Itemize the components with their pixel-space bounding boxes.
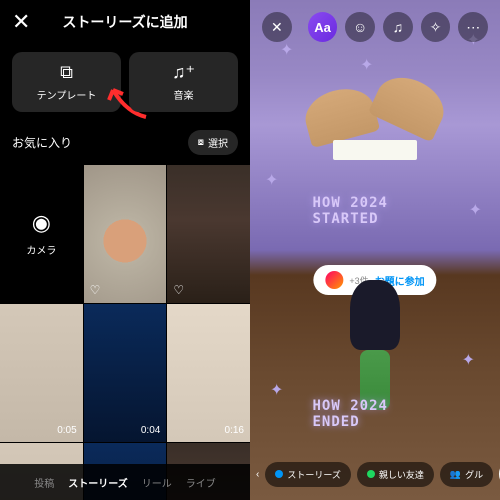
sparkle-icon: ✦ — [280, 40, 293, 60]
gallery-panel: ✕ ストーリーズに追加 ⧉ テンプレート ♫⁺ 音楽 お気に入り ⧇ 選択 ◉ … — [0, 0, 250, 500]
page-title: ストーリーズに追加 — [62, 12, 187, 32]
group-icon: 👥 — [450, 469, 461, 480]
favorites-row: お気に入り ⧇ 選択 — [0, 120, 250, 165]
more-button[interactable]: ⋯ — [458, 12, 488, 42]
story-image-bottom — [350, 280, 400, 350]
story-editor-panel: ✦ ✦ ✦ ✦ ✦ ✦ ✦ ✕ Aa ☺ ♫ ✧ ⋯ HOW 2024 STAR… — [250, 0, 500, 500]
share-stories[interactable]: ストーリーズ — [265, 462, 351, 487]
chip-label: ストーリーズ — [287, 468, 341, 481]
heart-icon: ♡ — [90, 283, 101, 297]
duration: 0:04 — [141, 425, 160, 436]
tab-reel[interactable]: リール — [142, 475, 172, 490]
duration: 0:16 — [225, 425, 244, 436]
template-button[interactable]: ⧉ テンプレート — [12, 52, 121, 112]
tab-live[interactable]: ライブ — [186, 475, 216, 490]
favorites-label[interactable]: お気に入り — [12, 134, 72, 151]
close-icon[interactable]: ✕ — [12, 9, 30, 35]
music-button[interactable]: ♫ — [383, 12, 413, 42]
media-tile[interactable]: ♡ — [84, 165, 167, 303]
dot-icon — [275, 470, 283, 478]
tab-stories[interactable]: ストーリーズ — [68, 475, 128, 490]
chip-label: グル — [465, 468, 483, 481]
sparkle-icon: ✦ — [265, 170, 278, 190]
sticker-button[interactable]: ☺ — [345, 12, 375, 42]
select-icon: ⧇ — [198, 137, 204, 148]
template-label: テンプレート — [37, 87, 97, 102]
story-caption-2[interactable]: HOW 2024 ENDED — [313, 398, 438, 430]
chevron-left-icon[interactable]: ‹ — [256, 469, 259, 480]
tab-bar: 投稿 ストーリーズ リール ライブ — [0, 464, 250, 500]
tab-post[interactable]: 投稿 — [34, 475, 54, 490]
media-tile[interactable]: 0:04 — [84, 304, 167, 442]
music-label: 音楽 — [174, 87, 194, 102]
text-button[interactable]: Aa — [308, 12, 338, 42]
story-caption-1[interactable]: HOW 2024 STARTED — [313, 195, 438, 227]
heart-icon: ♡ — [173, 283, 184, 297]
share-close-friends[interactable]: 親しい友達 — [357, 462, 434, 487]
select-label: 選択 — [208, 135, 228, 150]
avatar-icon — [325, 271, 343, 289]
select-button[interactable]: ⧇ 選択 — [188, 130, 238, 155]
chip-label: 親しい友達 — [379, 468, 424, 481]
media-tile[interactable]: 0:16 — [167, 304, 250, 442]
dot-icon — [367, 470, 375, 478]
story-toolbar: ✕ Aa ☺ ♫ ✧ ⋯ — [250, 12, 500, 42]
media-tile[interactable]: ♡ — [167, 165, 250, 303]
header: ✕ ストーリーズに追加 — [0, 0, 250, 44]
close-button[interactable]: ✕ — [262, 12, 292, 42]
camera-label: カメラ — [26, 242, 56, 257]
template-icon: ⧉ — [60, 62, 73, 83]
camera-tile[interactable]: ◉ カメラ — [0, 165, 83, 303]
sparkle-icon: ✦ — [462, 350, 475, 370]
story-image-top — [305, 70, 445, 160]
effects-button[interactable]: ✧ — [421, 12, 451, 42]
camera-icon: ◉ — [32, 210, 51, 236]
sparkle-icon: ✦ — [270, 380, 283, 400]
media-grid: ◉ カメラ ♡ ♡ 0:05 0:04 0:16 ∞ — [0, 165, 250, 500]
share-group[interactable]: 👥 グル — [440, 462, 493, 487]
sparkle-icon: ✦ — [469, 200, 482, 220]
music-button[interactable]: ♫⁺ 音楽 — [129, 52, 238, 112]
media-tile[interactable]: 0:05 — [0, 304, 83, 442]
music-icon: ♫⁺ — [172, 62, 195, 83]
option-row: ⧉ テンプレート ♫⁺ 音楽 — [0, 44, 250, 120]
share-bar: ‹ ストーリーズ 親しい友達 👥グル → — [250, 458, 500, 490]
duration: 0:05 — [57, 425, 76, 436]
